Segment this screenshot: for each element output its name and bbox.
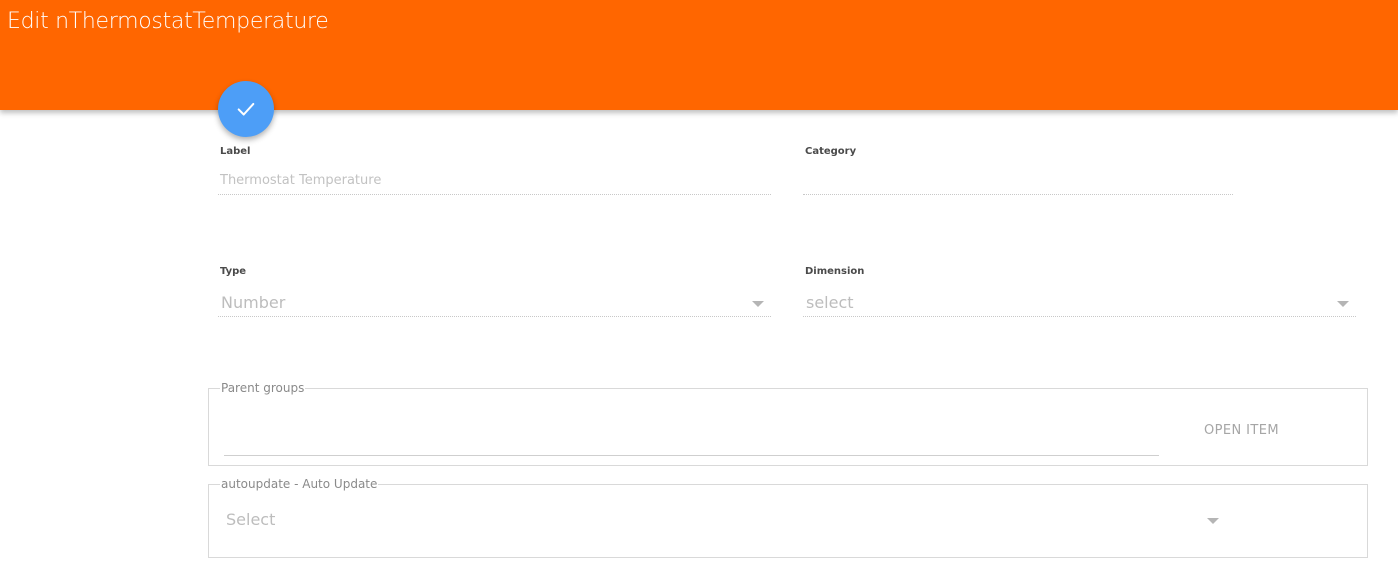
category-field-label: Category (805, 146, 857, 157)
autoupdate-fieldset (208, 484, 1368, 558)
parent-groups-underline (224, 455, 1159, 456)
autoupdate-legend: autoupdate - Auto Update (220, 477, 379, 491)
category-input-underline (803, 194, 1233, 195)
app-header: Edit nThermostatTemperature (0, 0, 1398, 110)
dimension-field-label: Dimension (805, 266, 865, 277)
autoupdate-select[interactable]: Select (226, 510, 275, 529)
chevron-down-icon[interactable] (1337, 301, 1349, 307)
page-title: Edit nThermostatTemperature (7, 9, 329, 34)
save-button[interactable] (218, 81, 274, 137)
chevron-down-icon[interactable] (1207, 518, 1219, 524)
dimension-select[interactable]: select (806, 293, 854, 312)
type-select-underline (218, 316, 771, 317)
category-input[interactable] (805, 173, 1233, 193)
open-item-button[interactable]: OPEN ITEM (1204, 423, 1279, 438)
check-icon (237, 102, 255, 116)
label-input[interactable]: Thermostat Temperature (220, 173, 381, 188)
chevron-down-icon[interactable] (752, 301, 764, 307)
parent-groups-input[interactable] (224, 425, 1159, 453)
parent-groups-legend: Parent groups (220, 381, 306, 395)
type-select[interactable]: Number (221, 293, 285, 312)
dimension-select-underline (803, 316, 1356, 317)
type-field-label: Type (220, 266, 247, 277)
label-input-underline (218, 194, 771, 195)
label-field-label: Label (220, 146, 251, 157)
